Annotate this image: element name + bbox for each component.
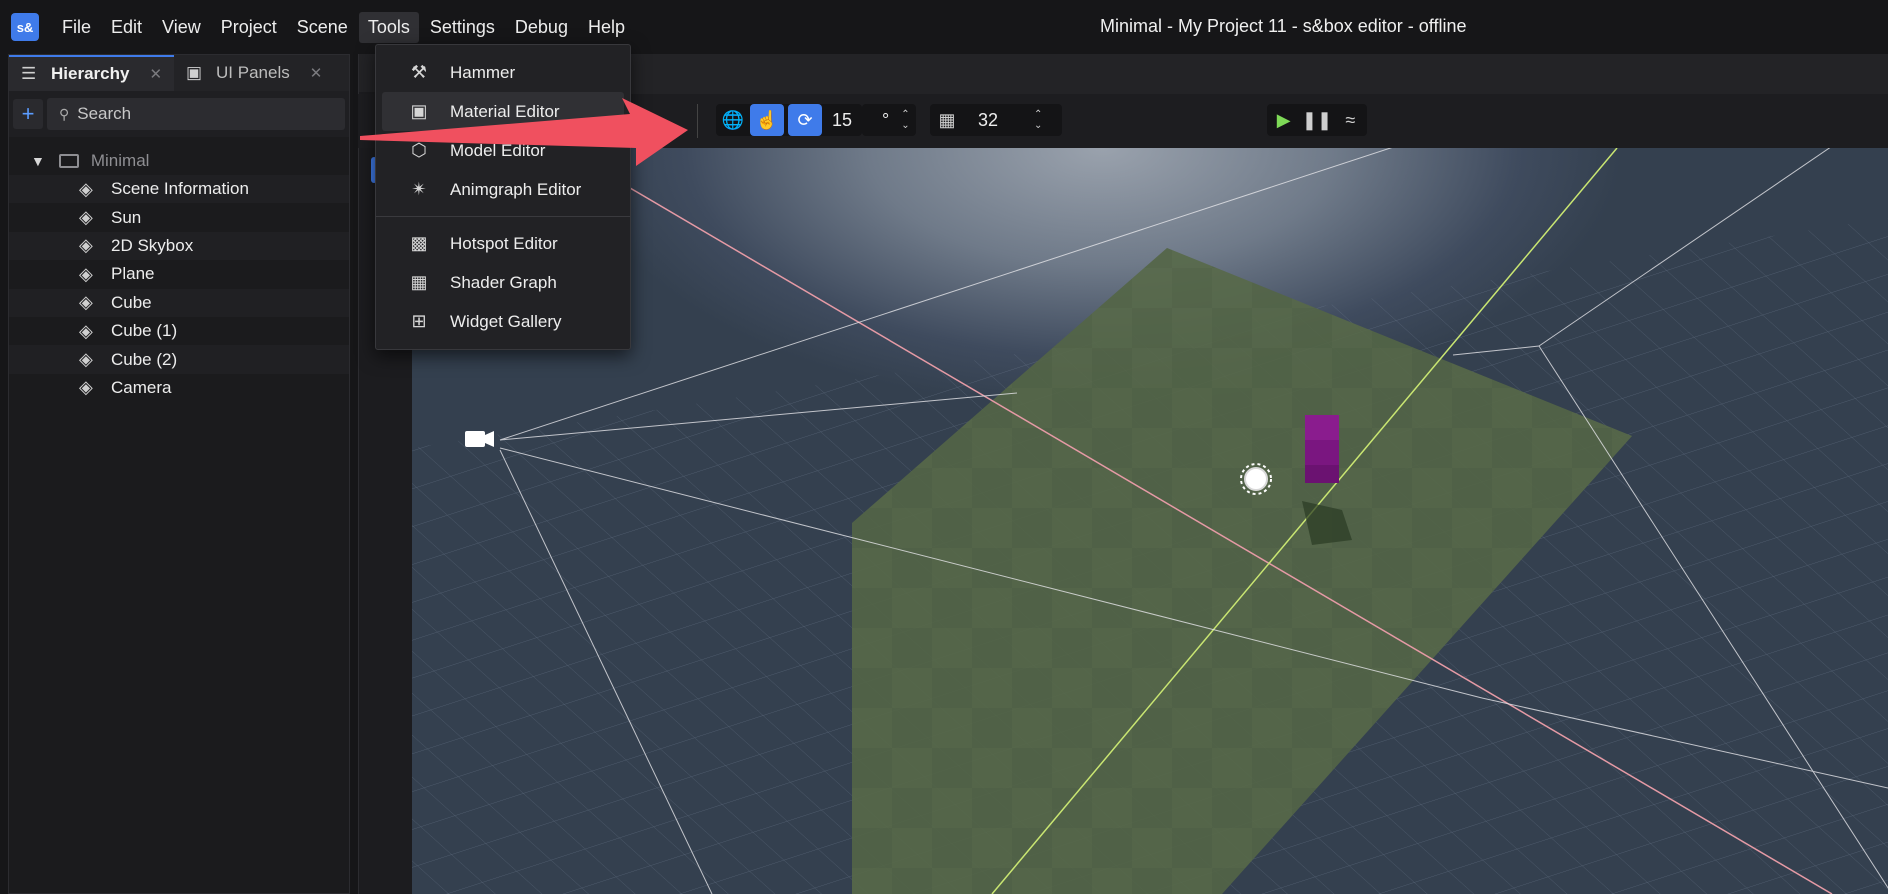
running-person-icon: ✴ xyxy=(411,179,427,199)
menu-item-hotspot-editor[interactable]: ▩ Hotspot Editor xyxy=(382,224,624,263)
menu-help[interactable]: Help xyxy=(579,12,634,43)
pause-icon[interactable]: ❚❚ xyxy=(1300,104,1333,136)
tree-item[interactable]: ◈ Cube (1) xyxy=(9,317,349,345)
grid-icon[interactable]: ▦ xyxy=(930,104,964,136)
rotation-unit-group: ° ⌃ ⌄ xyxy=(862,104,916,136)
tree-item-label: Scene Information xyxy=(111,179,249,199)
hand-pointer-icon[interactable]: ☝ xyxy=(750,104,784,136)
viewport-tabbar xyxy=(412,54,1888,94)
tools-dropdown-menu: ⚒ Hammer ▣ Material Editor ⬡ Model Edito… xyxy=(375,44,631,350)
menu-item-label: Shader Graph xyxy=(450,272,557,292)
tab-hierarchy[interactable]: ☰ Hierarchy ✕ xyxy=(9,55,175,91)
tree-item-label: 2D Skybox xyxy=(111,235,194,255)
rotation-stepper[interactable]: ⌃ ⌄ xyxy=(901,109,909,131)
menu-file[interactable]: File xyxy=(53,12,100,43)
grid-size-value[interactable]: 32 xyxy=(978,110,998,131)
menu-item-label: Hotspot Editor xyxy=(450,233,558,253)
layers-icon: ◈ xyxy=(79,178,93,199)
menu-edit[interactable]: Edit xyxy=(102,12,151,43)
tree-item[interactable]: ◈ Plane xyxy=(9,260,349,288)
widget-grid-icon: ⊞ xyxy=(411,311,427,331)
tree-item-label: Camera xyxy=(111,377,172,397)
scene-image-icon xyxy=(58,154,79,168)
scene-tree: ▼ Minimal ◈ Scene Information ◈ Sun ◈ 2D Sk… xyxy=(9,137,349,402)
layers-icon: ◈ xyxy=(79,292,93,313)
search-box[interactable]: ⚲ xyxy=(47,98,345,130)
rotate-snap-icon[interactable]: ⟳ xyxy=(788,104,822,136)
gizmo-toolgroup: 🌐 ☝ ⟳ 15 xyxy=(716,104,862,136)
menu-item-label: Widget Gallery xyxy=(450,311,562,331)
tree-item-label: Cube (1) xyxy=(111,321,178,341)
tree-item[interactable]: ◈ Cube (2) xyxy=(9,345,349,374)
globe-icon[interactable]: 🌐 xyxy=(716,104,750,136)
tab-ui-panels[interactable]: ▣ UI Panels ✕ xyxy=(174,55,334,91)
layers-icon: ◈ xyxy=(79,207,93,228)
wifi-icon[interactable]: ≈ xyxy=(1334,104,1367,136)
close-icon[interactable]: ✕ xyxy=(149,65,162,83)
window-title: Minimal - My Project 11 - s&box editor -… xyxy=(1100,16,1467,36)
list-icon: ☰ xyxy=(21,64,37,83)
rotation-snap-value[interactable]: 15 xyxy=(832,110,852,131)
panel-tabbar: ☰ Hierarchy ✕ ▣ UI Panels ✕ xyxy=(9,55,349,91)
play-icon[interactable]: ▶ xyxy=(1267,104,1300,136)
add-object-button[interactable]: + xyxy=(13,99,43,129)
tree-item-label: Cube xyxy=(111,292,152,312)
menu-separator xyxy=(376,216,630,217)
search-row: + ⚲ xyxy=(9,91,349,137)
tree-item[interactable]: ◈ Scene Information xyxy=(9,175,349,204)
tree-item[interactable]: ◈ Cube xyxy=(9,288,349,317)
tree-item[interactable]: ◈ Sun xyxy=(9,203,349,231)
scene-render xyxy=(412,148,1888,894)
window-icon: ▣ xyxy=(186,63,203,82)
checker-icon: ▦ xyxy=(410,272,428,292)
layers-icon: ◈ xyxy=(79,235,93,256)
menu-debug[interactable]: Debug xyxy=(506,12,577,43)
grid-toolgroup: ▦ 32 ⌃ ⌄ xyxy=(930,104,1062,136)
menu-settings[interactable]: Settings xyxy=(421,12,504,43)
tree-item[interactable]: ◈ 2D Skybox xyxy=(9,231,349,261)
search-input[interactable] xyxy=(77,104,298,124)
editor-window: s& File Edit View Project Scene Tools Se… xyxy=(0,0,1888,894)
tree-item-label: Plane xyxy=(111,264,155,284)
hierarchy-panel: ☰ Hierarchy ✕ ▣ UI Panels ✕ + ⚲ ▼ Minima… xyxy=(8,54,350,894)
menu-item-label: Hammer xyxy=(450,62,516,82)
app-logo[interactable]: s& xyxy=(11,13,39,41)
menu-item-widget-gallery[interactable]: ⊞ Widget Gallery xyxy=(382,302,624,341)
camera-gizmo-icon[interactable] xyxy=(465,431,494,447)
close-icon[interactable]: ✕ xyxy=(310,64,323,82)
menu-scene[interactable]: Scene xyxy=(288,12,357,43)
layers-icon: ◈ xyxy=(79,349,93,370)
tree-item-label: Cube (2) xyxy=(111,349,178,369)
menu-item-hammer[interactable]: ⚒ Hammer xyxy=(382,53,624,92)
annotation-arrow xyxy=(360,98,688,166)
tree-root-label: Minimal xyxy=(90,151,150,170)
tab-hierarchy-label: Hierarchy xyxy=(51,64,130,83)
menu-bar: s& File Edit View Project Scene Tools Se… xyxy=(0,0,1888,54)
caret-down-icon[interactable]: ▼ xyxy=(31,153,45,169)
tree-root[interactable]: ▼ Minimal xyxy=(9,147,349,175)
grid-stepper[interactable]: ⌃ ⌄ xyxy=(1034,109,1042,131)
menu-view[interactable]: View xyxy=(153,12,210,43)
playback-toolgroup: ▶ ❚❚ ≈ xyxy=(1267,104,1367,136)
tree-item-label: Sun xyxy=(111,207,142,227)
layers-icon: ◈ xyxy=(79,320,93,341)
layers-icon: ◈ xyxy=(79,263,93,284)
search-icon: ⚲ xyxy=(59,105,70,122)
scene-viewport[interactable] xyxy=(412,148,1888,894)
menu-item-label: Animgraph Editor xyxy=(450,179,582,199)
menu-project[interactable]: Project xyxy=(212,12,286,43)
tree-item[interactable]: ◈ Camera xyxy=(9,374,349,402)
menu-tools[interactable]: Tools xyxy=(358,11,419,43)
hammer-icon: ⚒ xyxy=(410,62,428,82)
tab-ui-panels-label: UI Panels xyxy=(216,63,290,82)
layers-icon: ◈ xyxy=(79,377,93,398)
menu-item-shader-graph[interactable]: ▦ Shader Graph xyxy=(382,263,624,302)
rotation-unit: ° xyxy=(882,109,890,130)
grid-layout-icon: ▩ xyxy=(410,233,428,253)
